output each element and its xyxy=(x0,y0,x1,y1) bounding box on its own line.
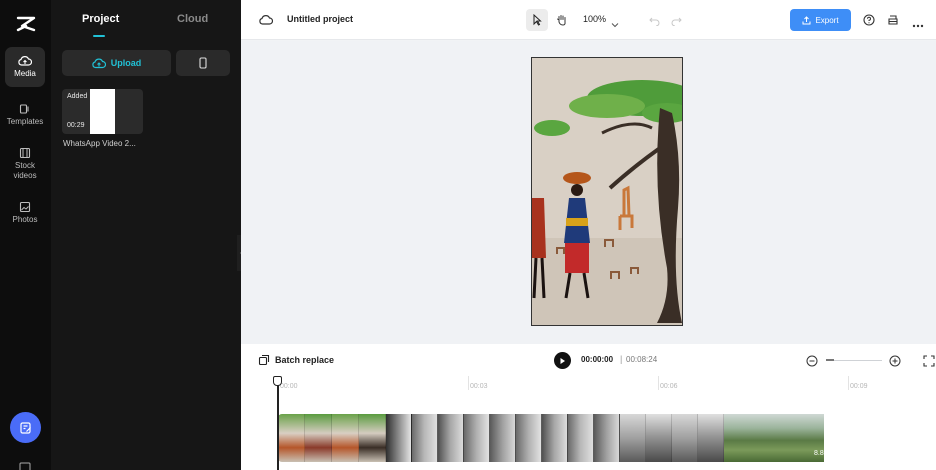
zoom-slider-handle[interactable] xyxy=(826,359,834,361)
clip-frame xyxy=(672,414,698,462)
select-tool-button[interactable] xyxy=(526,9,548,31)
ruler-mark xyxy=(658,376,659,390)
feedback-button[interactable] xyxy=(10,412,41,443)
film-icon xyxy=(19,147,31,159)
current-timecode: 00:00:00 xyxy=(581,355,614,364)
export-icon xyxy=(802,15,811,24)
clip-frame xyxy=(646,414,672,462)
keyboard-icon[interactable] xyxy=(19,459,31,470)
rail-item-templates[interactable]: Templates xyxy=(5,95,45,135)
rail-item-photos[interactable]: Photos xyxy=(5,193,45,233)
storage-icon[interactable] xyxy=(887,13,899,31)
hand-icon xyxy=(556,15,566,26)
clip-frame xyxy=(542,414,568,462)
rail-item-photos-label: Photos xyxy=(12,215,38,224)
zoom-level[interactable]: 100% xyxy=(583,14,606,24)
zoom-in-icon[interactable] xyxy=(889,354,901,372)
phone-icon xyxy=(199,57,207,69)
video-clip[interactable] xyxy=(278,414,833,462)
project-title[interactable]: Untitled project xyxy=(287,14,353,24)
clip-frame xyxy=(305,414,332,462)
clip-frame xyxy=(698,414,724,462)
media-duration: 00:29 xyxy=(67,122,85,129)
rail-item-stock-videos[interactable]: Stock videos xyxy=(5,141,45,187)
playhead[interactable] xyxy=(277,378,279,470)
clip-frame xyxy=(332,414,359,462)
rail-item-media-label: Media xyxy=(14,69,36,78)
batch-replace-icon xyxy=(258,354,270,366)
upload-button[interactable]: Upload xyxy=(62,50,171,76)
templates-icon xyxy=(19,104,29,114)
image-icon xyxy=(19,201,31,213)
ruler-label: 00:00 xyxy=(280,383,298,390)
cloud-upload-icon xyxy=(18,56,32,66)
clip-frame xyxy=(516,414,542,462)
zoom-out-icon[interactable] xyxy=(806,354,818,372)
timeline-area[interactable]: 00:00 00:03 00:06 00:09 8.8s xyxy=(241,376,936,470)
rail-item-stock-videos-label: Stock videos xyxy=(13,161,37,180)
clip-frame xyxy=(620,414,646,462)
playhead-handle[interactable] xyxy=(273,376,282,386)
clip-frame xyxy=(359,414,386,462)
more-options-icon[interactable] xyxy=(912,15,924,33)
cloud-upload-icon xyxy=(92,58,106,68)
added-badge: Added xyxy=(67,93,88,100)
timeline-toolbar: Batch replace 00:00:00 | 00:08:24 xyxy=(241,344,936,376)
top-bar: Untitled project 100% Export xyxy=(241,0,936,40)
clip-frame xyxy=(386,414,412,462)
clip-frame xyxy=(724,414,824,462)
tab-cloud[interactable]: Cloud xyxy=(177,13,208,25)
timecode-separator: | xyxy=(620,354,623,364)
edit-note-icon xyxy=(19,421,31,434)
total-timecode: 00:08:24 xyxy=(626,355,658,364)
batch-replace-label: Batch replace xyxy=(275,355,335,365)
ruler-mark xyxy=(848,376,849,390)
upload-label: Upload xyxy=(110,58,142,68)
ruler-mark xyxy=(468,376,469,390)
capcut-logo-icon xyxy=(15,14,37,34)
clip-frame xyxy=(464,414,490,462)
hand-tool-button[interactable] xyxy=(550,9,572,31)
help-icon[interactable] xyxy=(863,13,875,31)
preview-stage xyxy=(241,41,936,344)
clip-frame xyxy=(438,414,464,462)
chevron-down-icon[interactable] xyxy=(611,15,619,33)
export-label: Export xyxy=(815,15,839,25)
video-frame-image xyxy=(532,58,682,325)
media-panel: Project Cloud Upload Added 00:29 WhatsAp… xyxy=(51,0,241,470)
clip-frame xyxy=(490,414,516,462)
ruler-label: 00:09 xyxy=(850,383,868,390)
clip-frame xyxy=(412,414,438,462)
ruler-label: 00:03 xyxy=(470,383,488,390)
batch-replace-button[interactable]: Batch replace xyxy=(258,354,334,366)
tab-project[interactable]: Project xyxy=(82,13,119,25)
fullscreen-icon[interactable] xyxy=(923,354,935,372)
ruler-label: 00:06 xyxy=(660,383,678,390)
video-preview[interactable] xyxy=(531,57,683,326)
rail-item-media[interactable]: Media xyxy=(5,47,45,87)
undo-icon[interactable] xyxy=(649,13,660,31)
redo-icon[interactable] xyxy=(671,13,682,31)
clip-frame xyxy=(568,414,594,462)
phone-upload-button[interactable] xyxy=(176,50,230,76)
clip-frame xyxy=(594,414,620,462)
media-name: WhatsApp Video 2... xyxy=(63,139,136,148)
left-rail: Media Templates Stock videos Photos xyxy=(0,0,51,470)
cursor-icon xyxy=(533,14,542,26)
clip-duration: 8.8s xyxy=(814,450,828,457)
zoom-slider-track[interactable] xyxy=(826,360,882,361)
rail-item-templates-label: Templates xyxy=(6,117,44,126)
clip-frame xyxy=(278,414,305,462)
export-button[interactable]: Export xyxy=(790,9,851,31)
play-button[interactable] xyxy=(554,352,571,369)
media-thumbnail xyxy=(90,89,115,134)
cloud-sync-icon[interactable] xyxy=(259,13,274,31)
tab-underline xyxy=(93,35,105,37)
play-icon xyxy=(560,357,565,364)
media-item[interactable]: Added 00:29 xyxy=(62,89,143,134)
